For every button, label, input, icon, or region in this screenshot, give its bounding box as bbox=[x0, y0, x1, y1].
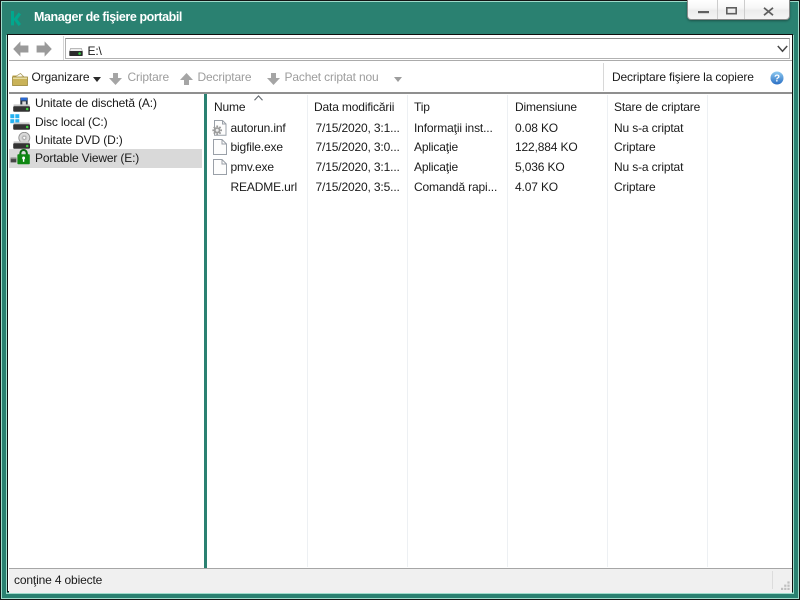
svg-text:?: ? bbox=[774, 73, 780, 84]
